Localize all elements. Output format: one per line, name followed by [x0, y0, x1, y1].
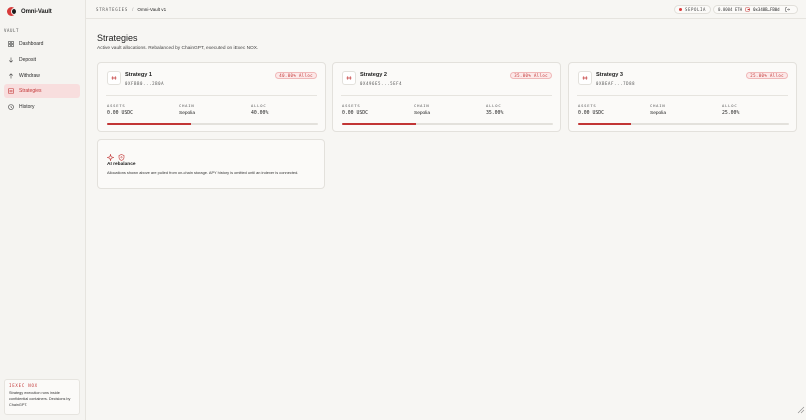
alloc-label: ALLOC — [251, 103, 267, 108]
breadcrumb-separator: / — [132, 7, 134, 12]
sidebar-item-deposit[interactable]: Deposit — [4, 53, 80, 67]
chain-label: CHAIN — [179, 103, 195, 108]
assets-stat: ASSETS 0.00 USDC — [342, 103, 368, 116]
network-status-dot — [679, 8, 682, 11]
sidebar-item-dashboard[interactable]: Dashboard — [4, 37, 80, 51]
chain-stat: CHAIN Sepolia — [650, 103, 666, 116]
app-logo[interactable]: Omni-Vault — [7, 7, 52, 16]
alloc-progress-bar — [107, 123, 318, 125]
alloc-badge: 35.00% Alloc — [510, 72, 552, 79]
arrow-up-icon — [8, 72, 14, 79]
assets-value: 0.00 USDC — [342, 111, 368, 116]
sidebar-item-label: Strategies — [19, 88, 42, 95]
sidebar-item-label: Deposit — [19, 56, 36, 63]
strategy-card[interactable]: Strategy 1 0XFBB0...2B0A 40.00% Alloc AS… — [97, 62, 326, 132]
assets-label: ASSETS — [578, 103, 597, 108]
breadcrumb: STRATEGIES / Omni-Vault v1 — [96, 7, 166, 12]
strategy-address: 0XFBB0...2B0A — [125, 81, 165, 86]
strategy-name: Strategy 3 — [596, 72, 624, 78]
wallet-balance: 0.0004 ETH — [718, 7, 743, 12]
breadcrumb-current: Omni-Vault v1 — [137, 7, 167, 12]
card-divider — [341, 95, 552, 96]
sidebar-item-withdraw[interactable]: Withdraw — [4, 69, 80, 83]
assets-stat: ASSETS 0.00 USDC — [578, 103, 604, 116]
arrow-down-icon — [8, 57, 14, 63]
info-card-text: Strategy execution runs inside confident… — [9, 391, 71, 407]
alloc-label: ALLOC — [486, 103, 502, 108]
alloc-progress-fill — [578, 123, 631, 125]
sidebar-item-history[interactable]: History — [4, 100, 80, 114]
alloc-stat: ALLOC 40.00% — [251, 103, 268, 116]
assets-value: 0.00 USDC — [107, 111, 133, 116]
assets-value: 0.00 USDC — [578, 111, 604, 116]
assets-label: ASSETS — [107, 103, 126, 108]
alloc-stat: ALLOC 35.00% — [486, 103, 503, 116]
alloc-value: 40.00% — [251, 111, 269, 116]
layers-icon — [8, 88, 14, 95]
app-name: Omni-Vault — [21, 8, 52, 15]
sidebar-item-label: History — [19, 104, 35, 111]
strategy-address: 0XBEAF...7D88 — [596, 81, 636, 86]
chain-stat: CHAIN Sepolia — [414, 103, 430, 116]
network-name: SEPOLIA — [685, 7, 707, 12]
chain-value: Sepolia — [650, 111, 667, 116]
alloc-progress-fill — [107, 123, 192, 125]
page-title: Strategies — [97, 33, 138, 43]
breadcrumb-root[interactable]: STRATEGIES — [96, 7, 128, 12]
logo-icon — [7, 7, 18, 16]
alloc-progress-bar — [342, 123, 553, 125]
chain-value: Sepolia — [414, 111, 431, 116]
sidebar-item-label: Dashboard — [19, 41, 44, 47]
grid-icon — [8, 41, 14, 47]
chain-label: CHAIN — [650, 103, 666, 108]
strategy-card[interactable]: Strategy 3 0XBEAF...7D88 25.00% Alloc AS… — [568, 62, 797, 132]
alloc-badge: 40.00% Alloc — [275, 72, 317, 79]
ai-card-title: AI rebalance — [107, 162, 136, 167]
alloc-label: ALLOC — [722, 103, 738, 108]
card-divider — [106, 95, 317, 96]
resize-handle-icon[interactable] — [796, 401, 805, 419]
strategy-icon — [578, 71, 592, 85]
alloc-value: 25.00% — [722, 111, 740, 116]
clock-icon — [8, 104, 14, 110]
sidebar-nav: Dashboard Deposit Withdraw Strategies Hi… — [4, 37, 80, 116]
ai-card-description: Allocations shown above are pulled from … — [107, 170, 299, 175]
strategy-address: 0X496E5...5EF4 — [360, 81, 403, 86]
page-subtitle: Active vault allocations. Rebalanced by … — [97, 46, 259, 51]
sidebar-item-strategies[interactable]: Strategies — [4, 84, 80, 99]
strategy-name: Strategy 2 — [360, 72, 388, 78]
alloc-badge: 25.00% Alloc — [746, 72, 788, 79]
sidebar-section-label: VAULT — [4, 28, 20, 33]
wallet-address: 0x348B…FB0d — [753, 7, 780, 12]
top-bar: STRATEGIES / Omni-Vault v1 SEPOLIA 0.000… — [86, 0, 806, 19]
logout-icon[interactable] — [784, 6, 790, 13]
assets-stat: ASSETS 0.00 USDC — [107, 103, 133, 116]
network-badge[interactable]: SEPOLIA — [674, 5, 712, 14]
ai-rebalance-card: AI rebalance Allocations shown above are… — [97, 139, 325, 189]
alloc-value: 35.00% — [486, 111, 504, 116]
sidebar-info-card: IEXEC NOX Strategy execution runs inside… — [4, 379, 80, 415]
sidebar-item-label: Withdraw — [19, 72, 40, 79]
assets-label: ASSETS — [342, 103, 361, 108]
alloc-progress-fill — [342, 123, 416, 125]
card-divider — [577, 95, 788, 96]
alloc-progress-bar — [578, 123, 789, 125]
wallet-icon — [745, 7, 750, 13]
wallet-button[interactable]: 0.0004 ETH 0x348B…FB0d — [713, 5, 798, 14]
alloc-stat: ALLOC 25.00% — [722, 103, 739, 116]
chain-label: CHAIN — [414, 103, 430, 108]
sidebar: Omni-Vault VAULT Dashboard Deposit Withd… — [0, 0, 86, 420]
chain-value: Sepolia — [179, 111, 196, 116]
strategy-name: Strategy 1 — [125, 72, 153, 78]
strategy-icon — [342, 71, 356, 85]
info-card-tag: IEXEC NOX — [9, 383, 38, 388]
strategy-card[interactable]: Strategy 2 0X496E5...5EF4 35.00% Alloc A… — [332, 62, 561, 132]
strategy-icon — [107, 71, 121, 85]
chain-stat: CHAIN Sepolia — [179, 103, 195, 116]
